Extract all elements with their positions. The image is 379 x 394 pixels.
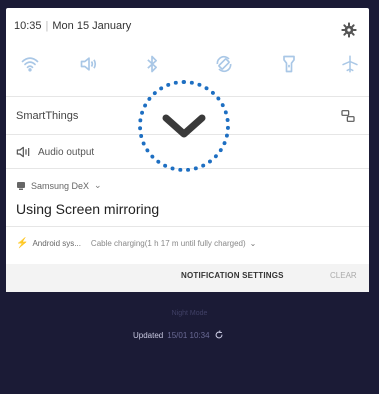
status-row: 10:35 | Mon 15 January xyxy=(14,20,131,32)
charging-notification[interactable]: ⚡ Android sys... Cable charging(1 h 17 m… xyxy=(16,238,256,249)
dex-app-icon xyxy=(17,181,25,190)
audio-output-button[interactable]: Audio output xyxy=(16,145,94,159)
status-separator: | xyxy=(45,20,49,32)
charging-icon: ⚡ xyxy=(16,238,29,249)
divider xyxy=(6,226,369,227)
quick-toggles xyxy=(0,54,379,74)
smartthings-label[interactable]: SmartThings xyxy=(16,110,78,122)
dex-notification-title[interactable]: Using Screen mirroring xyxy=(16,201,159,217)
refresh-icon[interactable] xyxy=(214,330,224,340)
bluetooth-toggle[interactable] xyxy=(142,54,162,74)
audio-output-icon xyxy=(16,146,30,158)
audio-output-label: Audio output xyxy=(38,146,95,158)
updated-time: 15/01 10:34 xyxy=(167,330,210,340)
rotate-icon xyxy=(216,55,232,73)
wifi-toggle[interactable] xyxy=(20,54,40,74)
smartthings-devices-icon[interactable] xyxy=(340,108,356,124)
expand-chevron-icon[interactable]: ⌄ xyxy=(94,180,102,191)
sound-toggle[interactable] xyxy=(79,54,99,74)
updated-label: Updated xyxy=(133,330,164,340)
notification-settings-button[interactable]: NOTIFICATION SETTINGS xyxy=(181,271,284,280)
bluetooth-icon xyxy=(147,55,157,73)
gear-icon[interactable] xyxy=(341,22,357,38)
clear-button[interactable]: CLEAR xyxy=(330,271,357,280)
dex-notification-header[interactable]: Samsung DeX ⌄ xyxy=(16,180,102,191)
lockscreen-title: Night Mode xyxy=(171,310,208,317)
auto-rotate-toggle[interactable] xyxy=(214,54,234,74)
expand-chevron-icon[interactable]: ⌄ xyxy=(250,239,257,248)
airplane-mode-toggle[interactable] xyxy=(340,54,360,74)
charging-app-name: Android sys... xyxy=(32,239,81,248)
flashlight-toggle[interactable] xyxy=(279,54,299,74)
chevron-down-icon[interactable] xyxy=(160,112,208,142)
lockscreen-updated: Updated 15/01 10:34 xyxy=(133,330,224,340)
charging-text: Cable charging(1 h 17 m until fully char… xyxy=(90,239,246,248)
status-date: Mon 15 January xyxy=(52,20,132,32)
airplane-icon xyxy=(342,55,358,73)
flashlight-icon xyxy=(283,55,295,73)
status-time: 10:35 xyxy=(14,20,42,32)
wifi-icon xyxy=(21,57,39,72)
speaker-icon xyxy=(80,57,97,71)
dex-app-name: Samsung DeX xyxy=(31,180,90,191)
